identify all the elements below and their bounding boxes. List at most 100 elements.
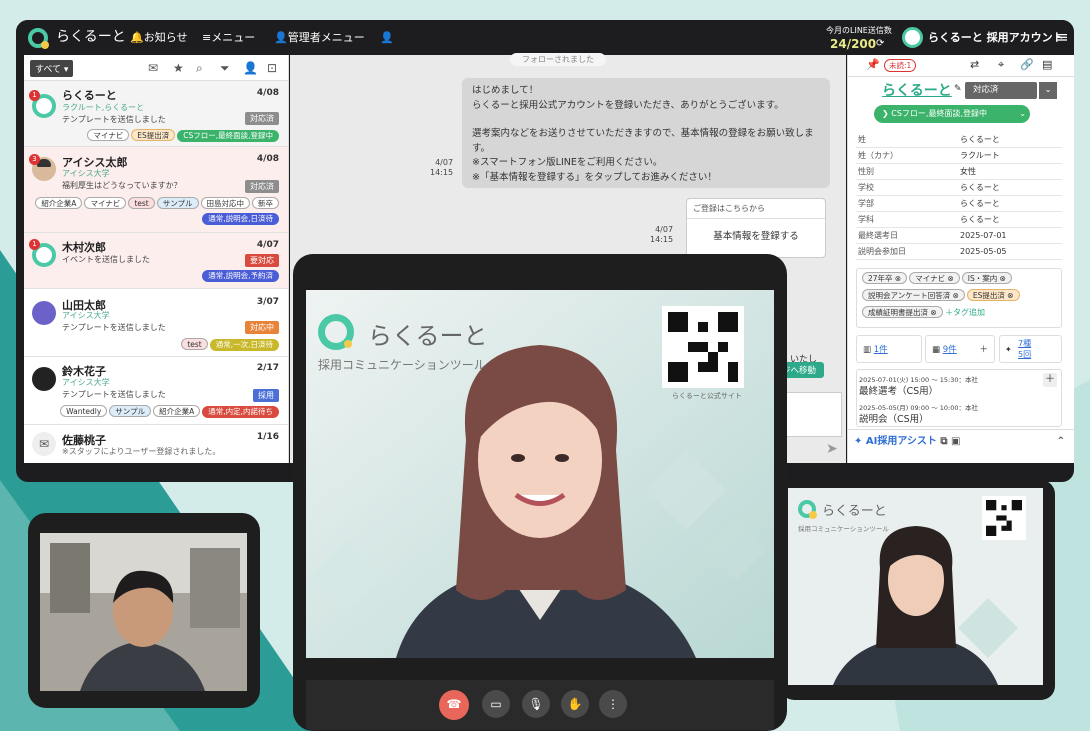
mic-button[interactable]: 🎙 (522, 690, 550, 718)
star-icon[interactable]: ★ (173, 61, 184, 75)
user-name: らくるーと (62, 89, 117, 102)
raise-hand-button[interactable]: ✋ (561, 690, 589, 718)
hamburger-icon[interactable]: ≡ (1056, 20, 1069, 55)
field-row: 性別 女性 (856, 164, 1062, 180)
tag[interactable]: 説明会アンケート回答済 ⊗ (862, 289, 965, 301)
counter-box-2[interactable]: ▦ 9件＋ (925, 335, 995, 363)
tag: サンプル (109, 405, 152, 417)
status-badge: 採用 (253, 389, 279, 402)
tag[interactable]: 27年卒 ⊗ (862, 272, 908, 284)
list-item[interactable]: 1 らくるーと ラクルート,らくるーと テンプレートを送信しました 4/08 対… (24, 81, 288, 147)
tag-row: Wantedly サンプル 紹介企業A 通常,内定,内諾待ち (58, 405, 279, 418)
id-card-icon[interactable]: ▤ (1042, 58, 1052, 71)
pin-icon[interactable]: 📌 (866, 58, 880, 71)
register-button[interactable]: 基本情報を登録する (687, 219, 825, 242)
user-search-icon[interactable]: 👤 (243, 61, 258, 75)
event-title[interactable]: 最終選考（CS用） (859, 383, 938, 397)
tag[interactable]: IS・案内 ⊗ (961, 272, 1012, 284)
calendar-icon: ▦ (932, 345, 941, 355)
tag-row: 通常,説明会,予約済 (200, 270, 279, 282)
video2-brand: らくるーと (822, 504, 887, 519)
tag[interactable]: ES提出済 ⊗ (966, 289, 1020, 301)
tag-row: 通常,説明会,日済待 (200, 213, 279, 225)
counter-box-3[interactable]: ✦ 7種 5回 (999, 335, 1062, 363)
tag: 田島対応中 (200, 197, 250, 209)
list-item[interactable]: 鈴木花子 アイシス大学 テンプレートを送信しました 2/17 採用 Wanted… (24, 357, 288, 425)
field-row: 説明会参加日 2025-05-05 (856, 244, 1062, 260)
avatar (32, 367, 56, 391)
last-message: イベントを送信しました (62, 255, 150, 264)
field-row: 姓らくるーと (856, 132, 1062, 148)
chevron-up-icon[interactable]: ⌃ (1057, 430, 1065, 454)
bell-icon: 🔔 (130, 31, 144, 44)
list-header: すべて ▾ ✉ ★ ⌕ ⏷ 👤 ⊡ (24, 55, 288, 81)
filter-icon[interactable]: ⏷ (220, 61, 230, 76)
last-message: 福利厚生はどうなっていますか？ (62, 181, 182, 190)
add-event-icon[interactable]: ＋ (1043, 373, 1057, 387)
date: 4/08 (256, 154, 279, 164)
list-item[interactable]: 3 アイシス太郎 アイシス大学 福利厚生はどうなっていますか？ 4/08 対応済… (24, 147, 288, 233)
pipeline-tag: CSフロー,最終面談,登録中 (177, 130, 279, 142)
profile-panel: 📌 未読:1 ⇄ ⌖ 🔗 ▤ らくるーと ✎ 対応済 ⌄ ❯ CSフロー,最終面談… (847, 55, 1075, 463)
nav-menu[interactable]: ≡メニュー (202, 20, 255, 55)
camera-button[interactable]: ▭ (482, 690, 510, 718)
list-item[interactable]: 1 木村次郎 イベントを送信しました 4/07 要対応 通常,説明会,予約済 (24, 233, 288, 289)
profile-name[interactable]: らくるーと (882, 80, 952, 100)
unread-badge: 1 (29, 90, 40, 101)
nav-notice[interactable]: 🔔お知らせ (130, 20, 187, 55)
add-icon[interactable]: ＋ (979, 336, 988, 364)
last-message: ※スタッフによりユーザー登録されました。 (62, 447, 221, 456)
line-quota-label: 今月のLINE送信数 (826, 26, 892, 35)
list-item[interactable]: 山田太郎 アイシス大学 テンプレートを送信しました 3/07 対応中 test 通… (24, 289, 288, 357)
add-tag-button[interactable]: ＋タグ追加 (945, 308, 985, 317)
brand-logo-icon (28, 28, 49, 49)
copy-icon[interactable]: ⧉ (940, 436, 947, 447)
transfer-icon[interactable]: ⇄ (970, 58, 979, 71)
tag[interactable]: 成績証明書提出済 ⊗ (862, 306, 943, 318)
status-select[interactable]: 対応済 ⌄ (965, 82, 1057, 99)
tag: 紹介企業A (153, 405, 201, 417)
nav-admin-menu[interactable]: 👤管理者メニュー (274, 20, 365, 55)
card-header: ご登録はこちらから (687, 199, 825, 219)
flow-select[interactable]: ❯ CSフロー,最終面談,登録中 ⌄ (874, 105, 1030, 123)
tag: test (128, 197, 155, 209)
filter-dropdown[interactable]: すべて ▾ (30, 60, 74, 77)
account-name[interactable]: らくるーと 採用アカウント (928, 20, 1064, 55)
tag[interactable]: マイナビ ⊗ (909, 272, 960, 284)
location-icon[interactable]: ⌖ (998, 58, 1004, 72)
unread-badge: 1 (29, 239, 40, 250)
send-icon[interactable]: ➤ (826, 441, 838, 457)
end-call-button[interactable]: ☎ (439, 690, 469, 720)
search-icon[interactable]: ⌕ (196, 61, 203, 76)
user-sub: ラクルート,らくるーと (62, 103, 145, 112)
counter-box-1[interactable]: ▥ 1件 (856, 335, 922, 363)
date: 2/17 (256, 363, 279, 373)
user-icon[interactable]: 👤 (380, 20, 394, 55)
more-options-button[interactable]: ⋮ (599, 690, 627, 718)
qr-code-small (982, 496, 1026, 540)
list-item[interactable]: ✉ 佐藤桃子 ※スタッフによりユーザー登録されました。 1/16 (24, 425, 288, 463)
unread-badge: 3 (29, 154, 40, 165)
tag-row: 紹介企業A マイナビ test サンプル 田島対応中 新卒 (33, 197, 279, 209)
csv-icon[interactable]: ⊡ (267, 61, 277, 75)
unread-badge: 未読:1 (884, 59, 917, 72)
event-title[interactable]: 説明会（CS用） (859, 411, 929, 425)
field-row: 学部 らくるーと (856, 196, 1062, 212)
edit-icon[interactable]: ✎ (954, 84, 962, 94)
link-icon[interactable]: 🔗 (1020, 58, 1034, 71)
tag-row: test 通常,一次,日済待 (179, 338, 279, 351)
pipeline-tag: 通常,一次,日済待 (209, 339, 279, 351)
participant-video-1 (40, 533, 247, 691)
field-row: 姓（カナ） ラクルート (856, 148, 1062, 164)
mail-icon[interactable]: ✉ (148, 61, 158, 75)
video-brand-logo-icon (318, 314, 354, 350)
date: 4/07 (256, 240, 279, 250)
avatar: ✉ (32, 432, 56, 456)
account-avatar[interactable] (902, 27, 923, 48)
expand-icon[interactable]: ▣ (951, 436, 960, 447)
last-message: テンプレートを送信しました (62, 390, 166, 399)
refresh-icon[interactable]: ⟳ (876, 38, 884, 49)
ai-assist-bar[interactable]: ✦ AI採用アシスト ⧉ ▣ ⌃ (848, 429, 1075, 453)
register-card: ご登録はこちらから 基本情報を登録する (686, 198, 826, 258)
status-badge: 要対応 (245, 254, 279, 267)
